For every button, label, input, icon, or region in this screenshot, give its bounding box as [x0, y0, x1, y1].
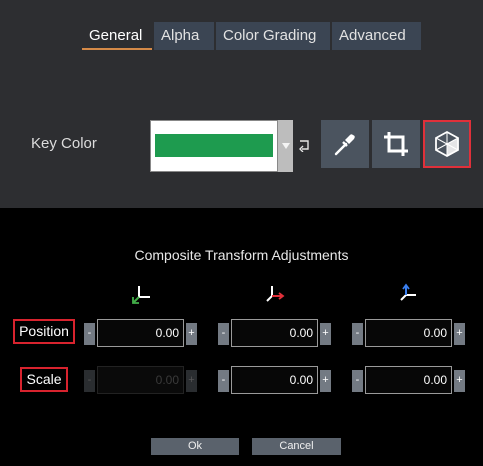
tab-alpha[interactable]: Alpha: [154, 22, 214, 50]
tab-color-grading[interactable]: Color Grading: [216, 22, 330, 50]
key-color-label: Key Color: [31, 135, 97, 152]
crop-icon: [384, 132, 408, 156]
position-label: Position: [13, 319, 75, 344]
key-color-dropdown[interactable]: [150, 120, 278, 172]
decrement-button[interactable]: -: [84, 323, 95, 345]
cancel-button[interactable]: Cancel: [252, 438, 341, 455]
position-z-field[interactable]: 0.00: [365, 319, 452, 347]
key-color-swatch: [155, 134, 273, 157]
increment-button[interactable]: +: [320, 323, 331, 345]
decrement-button[interactable]: -: [218, 323, 229, 345]
decrement-button[interactable]: -: [218, 370, 229, 392]
increment-button[interactable]: +: [186, 323, 197, 345]
decrement-button[interactable]: -: [352, 370, 363, 392]
increment-button[interactable]: +: [320, 370, 331, 392]
increment-button: +: [186, 370, 197, 392]
crop-button[interactable]: [372, 120, 420, 168]
z-axis-icon: [400, 283, 416, 301]
decrement-button[interactable]: -: [352, 323, 363, 345]
eyedropper-icon: [334, 134, 355, 156]
tab-general[interactable]: General: [82, 22, 152, 50]
tab-bar: General Alpha Color Grading Advanced: [82, 22, 421, 50]
x-axis-icon: [132, 286, 150, 304]
decrement-button: -: [84, 370, 95, 392]
scale-z-field[interactable]: 0.00: [365, 366, 452, 394]
scale-x-field: 0.00: [97, 366, 184, 394]
increment-button[interactable]: +: [454, 323, 465, 345]
position-x-field[interactable]: 0.00: [97, 319, 184, 347]
eyedropper-button[interactable]: [321, 120, 369, 168]
cube-3d-icon: [435, 130, 459, 158]
reset-icon[interactable]: [297, 138, 311, 152]
scale-y-field[interactable]: 0.00: [231, 366, 318, 394]
dialog-title: Composite Transform Adjustments: [134, 247, 349, 263]
ok-button[interactable]: Ok: [151, 438, 239, 455]
tab-advanced[interactable]: Advanced: [332, 22, 421, 50]
general-panel: General Alpha Color Grading Advanced Key…: [0, 0, 483, 208]
increment-button[interactable]: +: [454, 370, 465, 392]
chevron-down-icon[interactable]: [278, 120, 293, 172]
scale-label: Scale: [20, 367, 68, 392]
position-y-field[interactable]: 0.00: [231, 319, 318, 347]
y-axis-icon: [266, 286, 285, 302]
composite-3d-button[interactable]: [423, 120, 471, 168]
